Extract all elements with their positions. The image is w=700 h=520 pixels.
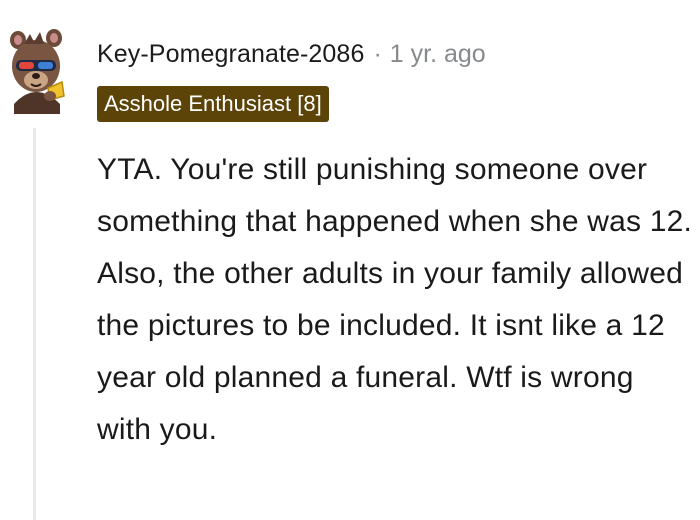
timestamp-link[interactable]: 1 yr. ago [390,40,486,69]
thread-collapse-line[interactable] [33,128,36,520]
username-link[interactable]: Key-Pomegranate-2086 [97,40,364,69]
meta-separator: · [373,39,382,68]
comment-body: YTA. You're still punishing someone over… [97,153,693,446]
user-avatar[interactable] [4,22,68,114]
cartoon-avatar-icon [10,29,65,114]
user-flair-badge: Asshole Enthusiast [8] [97,86,329,122]
comment: Key-Pomegranate-2086 · 1 yr. ago Asshole… [0,0,700,520]
comment-meta: Key-Pomegranate-2086 · 1 yr. ago [97,34,486,74]
